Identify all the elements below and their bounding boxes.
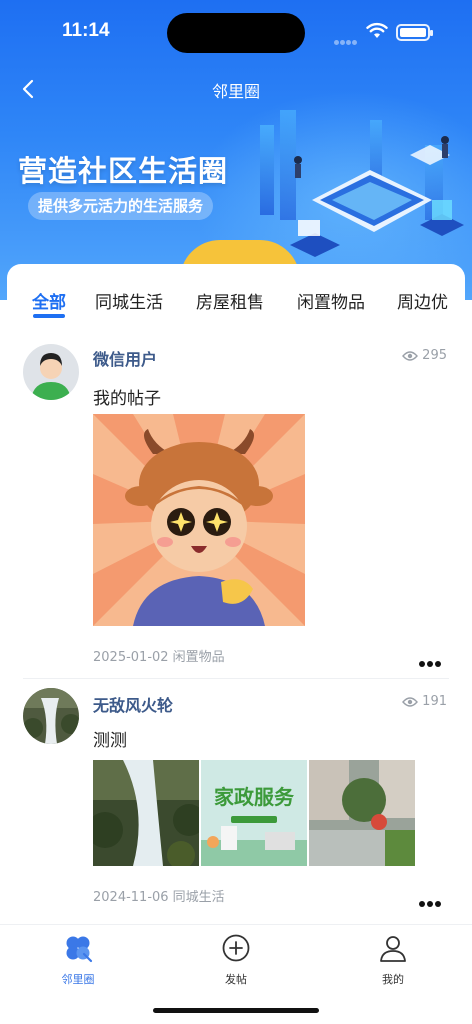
status-bar: 11:14 [0,0,472,64]
eye-icon [402,697,419,707]
view-count: 295 [402,348,447,363]
post-date-category: 2025-01-02 闲置物品 [93,650,225,665]
feed-card: 全部 同城生活 房屋租售 闲置物品 周边优 微信用户 295 我的帖子 2025… [7,264,465,924]
home-indicator[interactable] [153,1008,319,1013]
tab-city-life[interactable]: 同城生活 [95,288,163,313]
view-count: 191 [402,694,447,709]
bottom-tab-post[interactable]: 发帖 [196,933,276,987]
post-item[interactable]: 微信用户 295 我的帖子 2025-01-02 闲置物品 [7,340,465,678]
post-item[interactable]: 无敌风火轮 191 测测 家政服务 2024-11-06 同城生活 [7,688,465,924]
waterfall-avatar-icon [23,688,79,744]
avatar[interactable] [23,688,79,744]
hero-banner: 11:14 邻里圈 营造社区生活圈 提供多元活力的生活服务 [0,0,472,300]
battery-icon [396,24,433,41]
waterfall-image[interactable] [93,760,199,866]
post-text: 测测 [93,731,127,751]
housekeeping-poster-image[interactable]: 家政服务 [201,760,307,866]
eye-icon [402,351,419,361]
post-date-category: 2024-11-06 同城生活 [93,890,225,905]
tab-indicator [33,314,65,318]
default-avatar-icon [23,344,79,400]
avatar[interactable] [23,344,79,400]
courtyard-image[interactable] [309,760,415,866]
ox-cartoon-image[interactable] [93,414,305,626]
view-count-value: 295 [422,348,447,363]
category-tabs: 全部 同城生活 房屋租售 闲置物品 周边优 [7,264,465,324]
banner-title: 营造社区生活圈 [18,154,229,188]
post-username[interactable]: 微信用户 [93,346,157,370]
signal-dots-icon [334,30,358,45]
bottom-tab-label: 发帖 [225,973,247,986]
status-time: 11:14 [62,20,110,41]
banner-subtitle: 提供多元活力的生活服务 [28,192,214,220]
view-count-value: 191 [422,694,447,709]
bottom-tab-neighborhood[interactable]: 邻里圈 [38,933,118,987]
dynamic-island [167,13,305,53]
bottom-tab-profile[interactable]: 我的 [353,933,433,987]
page-title: 邻里圈 [211,82,260,101]
poster-title-text: 家政服务 [214,785,295,809]
tab-housing[interactable]: 房屋租售 [196,288,264,313]
tab-nearby[interactable]: 周边优 [397,288,448,313]
tab-second-hand[interactable]: 闲置物品 [297,288,365,313]
post-username[interactable]: 无敌风火轮 [93,692,173,716]
more-options-icon[interactable] [419,892,445,907]
bottom-tab-label: 邻里圈 [61,973,95,986]
bottom-tab-label: 我的 [382,973,404,986]
plus-circle-icon [222,934,250,962]
tab-all[interactable]: 全部 [32,288,66,313]
clover-icon [66,936,93,963]
user-icon [380,936,406,962]
post-text: 我的帖子 [93,389,161,409]
divider [23,678,449,679]
more-options-icon[interactable] [419,652,445,667]
wifi-icon [366,22,388,38]
